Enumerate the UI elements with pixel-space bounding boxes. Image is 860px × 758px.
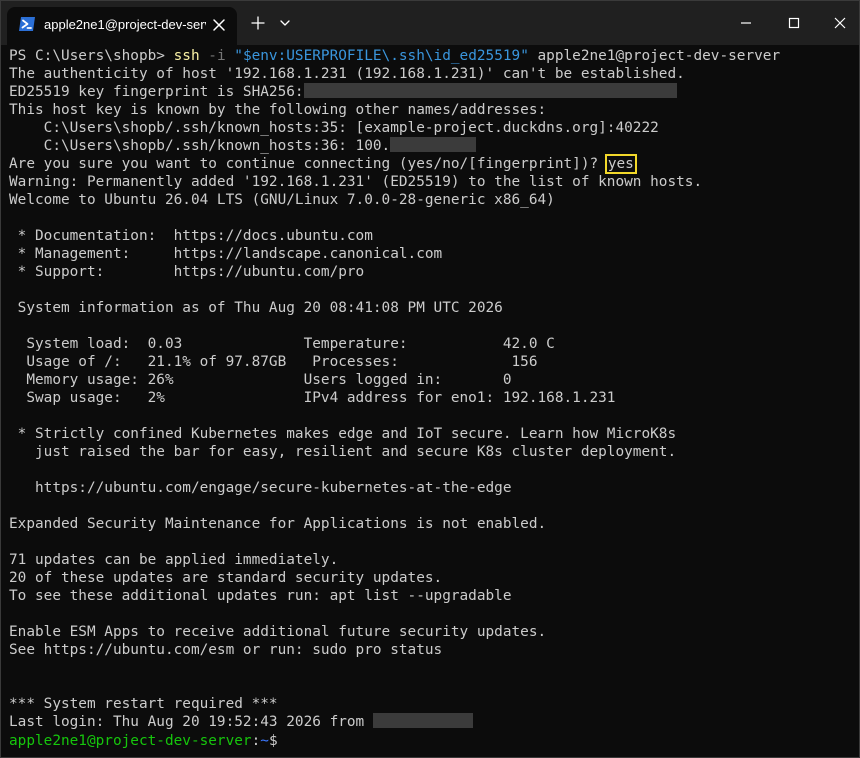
- output-line: Expanded Security Maintenance for Applic…: [9, 516, 547, 532]
- prompt-user-host: apple2ne1@project-dev-server: [9, 733, 252, 749]
- command-flag: -i: [199, 48, 235, 64]
- prompt-path: ~: [260, 733, 269, 749]
- fingerprint-line: ED25519 key fingerprint is SHA256:: [9, 83, 855, 101]
- output-line: System load: 0.03 Temperature: 42.0 C: [9, 336, 555, 352]
- last-login-text: Last login: Thu Aug 20 19:52:43 2026 fro…: [9, 714, 373, 730]
- output-line: Swap usage: 2% IPv4 address for eno1: 19…: [9, 390, 616, 406]
- title-bar: apple2ne1@project-dev-serve: [1, 1, 859, 45]
- output-line: just raised the bar for easy, resilient …: [9, 444, 677, 460]
- prompt-separator: :: [251, 733, 261, 749]
- ssh-command-line: PS C:\Users\shopb> ssh -i "$env:USERPROF…: [9, 47, 855, 65]
- new-tab-button[interactable]: [247, 11, 269, 35]
- continue-prompt-line: Are you sure you want to continue connec…: [9, 154, 855, 174]
- redacted-block: [390, 137, 477, 152]
- output-line: Enable ESM Apps to receive additional fu…: [9, 624, 547, 640]
- output-line: Warning: Permanently added '192.168.1.23…: [9, 174, 703, 190]
- last-login-line: Last login: Thu Aug 20 19:52:43 2026 fro…: [9, 713, 855, 731]
- continue-question: Are you sure you want to continue connec…: [9, 156, 607, 172]
- output-line: Welcome to Ubuntu 26.04 LTS (GNU/Linux 7…: [9, 192, 555, 208]
- minimize-icon[interactable]: [731, 11, 761, 35]
- maximize-icon[interactable]: [779, 11, 809, 35]
- output-line: Memory usage: 26% Users logged in: 0: [9, 372, 512, 388]
- output-line: * Documentation: https://docs.ubuntu.com: [9, 228, 373, 244]
- output-line: To see these additional updates run: apt…: [9, 588, 512, 604]
- chevron-down-icon[interactable]: [275, 11, 295, 35]
- output-line: *** System restart required ***: [9, 696, 278, 712]
- output-line: * Management: https://landscape.canonica…: [9, 246, 443, 262]
- ps-prompt: PS C:\Users\shopb>: [9, 48, 174, 64]
- terminal-output[interactable]: PS C:\Users\shopb> ssh -i "$env:USERPROF…: [9, 47, 855, 755]
- output-line: * Support: https://ubuntu.com/pro: [9, 264, 365, 280]
- tab-ssh-session[interactable]: apple2ne1@project-dev-serve: [7, 7, 237, 45]
- powershell-icon: [19, 17, 35, 31]
- command-host: apple2ne1@project-dev-server: [528, 48, 781, 64]
- output-line: The authenticity of host '192.168.1.231 …: [9, 66, 685, 82]
- command-name: ssh: [173, 48, 200, 64]
- output-line: 71 updates can be applied immediately.: [9, 552, 339, 568]
- redacted-block: [303, 83, 677, 98]
- command-keypath: "$env:USERPROFILE\.ssh\id_ed25519": [234, 48, 529, 64]
- known-host-text: C:\Users\shopb/.ssh/known_hosts:36: 100.: [9, 138, 391, 154]
- output-line: This host key is known by the following …: [9, 102, 547, 118]
- redacted-block: [372, 713, 473, 728]
- output-line: See https://ubuntu.com/esm or run: sudo …: [9, 642, 443, 658]
- output-line: Usage of /: 21.1% of 97.87GB Processes: …: [9, 354, 538, 370]
- output-line: System information as of Thu Aug 20 08:4…: [9, 300, 503, 316]
- known-host-line: C:\Users\shopb/.ssh/known_hosts:36: 100.: [9, 137, 855, 155]
- text-cursor: [278, 731, 286, 745]
- output-line: 20 of these updates are standard securit…: [9, 570, 443, 586]
- yes-answer-highlight: yes: [604, 154, 637, 174]
- output-line: C:\Users\shopb/.ssh/known_hosts:35: [exa…: [9, 120, 659, 136]
- tab-title: apple2ne1@project-dev-serve: [44, 17, 206, 32]
- terminal-window: apple2ne1@project-dev-serve PS C:\Users\…: [0, 0, 860, 758]
- output-line: * Strictly confined Kubernetes makes edg…: [9, 426, 677, 442]
- close-icon[interactable]: [212, 18, 226, 32]
- shell-prompt-line[interactable]: apple2ne1@project-dev-server:~$: [9, 731, 855, 749]
- prompt-dollar: $: [268, 733, 278, 749]
- output-line: https://ubuntu.com/engage/secure-kuberne…: [9, 480, 512, 496]
- window-close-icon[interactable]: [825, 11, 855, 35]
- fingerprint-label: ED25519 key fingerprint is SHA256:: [9, 84, 304, 100]
